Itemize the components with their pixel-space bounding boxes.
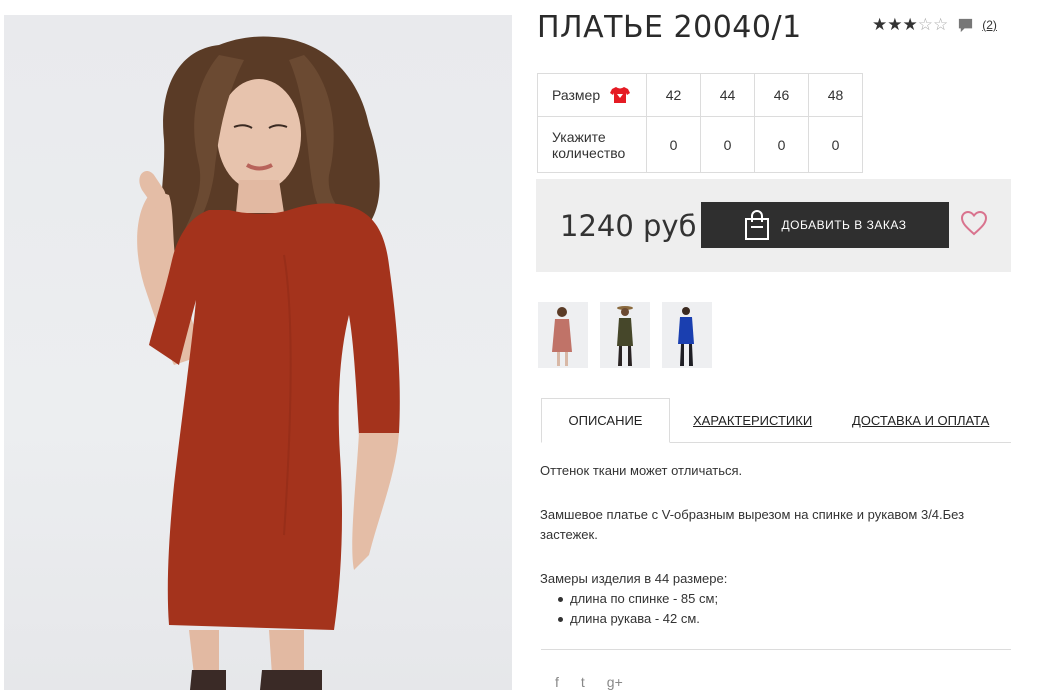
list-item: длина по спинке - 85 см; — [558, 589, 1010, 609]
thumbnail-red-dress[interactable] — [538, 302, 588, 368]
size-label: Размер — [552, 87, 601, 103]
product-title: ПЛАТЬЕ 20040/1 — [537, 10, 802, 45]
quantity-input-42[interactable]: 0 — [646, 116, 701, 173]
star-filled-icon[interactable]: ★ — [872, 16, 887, 34]
blue-dress-thumbnail-image — [678, 307, 694, 366]
facebook-icon[interactable]: f — [555, 674, 559, 690]
star-empty-icon[interactable]: ☆ — [933, 16, 948, 34]
size-option: 46 — [754, 73, 809, 117]
comment-icon — [959, 18, 973, 32]
list-item: длина рукава - 42 см. — [558, 609, 1010, 629]
add-to-order-label: ДОБАВИТЬ В ЗАКАЗ — [781, 218, 907, 232]
star-filled-icon[interactable]: ★ — [903, 16, 918, 34]
tab-specifications[interactable]: ХАРАКТЕРИСТИКИ — [693, 398, 812, 443]
thumbnail-blue-dress[interactable] — [662, 302, 712, 368]
size-option: 42 — [646, 73, 701, 117]
description-panel: Оттенок ткани может отличаться. Замшевое… — [540, 461, 1010, 629]
heart-icon[interactable] — [960, 210, 988, 236]
olive-dress-thumbnail-image — [617, 306, 633, 366]
product-thumbnails — [538, 302, 712, 368]
star-empty-icon[interactable]: ☆ — [918, 16, 933, 34]
quantity-input-46[interactable]: 0 — [754, 116, 809, 173]
quantity-label: Укажите количество — [537, 116, 647, 173]
star-filled-icon[interactable]: ★ — [887, 16, 902, 34]
measurements-list: длина по спинке - 85 см; длина рукава - … — [558, 589, 1010, 629]
buy-panel: 1240 руб ДОБАВИТЬ В ЗАКАЗ — [536, 179, 1011, 272]
price: 1240 руб — [560, 209, 697, 243]
description-text: Замшевое платье с V-образным вырезом на … — [540, 507, 965, 542]
tab-description[interactable]: ОПИСАНИЕ — [541, 398, 670, 443]
review-count-link[interactable]: (2) — [982, 18, 997, 32]
tab-delivery-payment[interactable]: ДОСТАВКА И ОПЛАТА — [852, 398, 989, 443]
divider — [541, 649, 1011, 650]
product-tabs: ОПИСАНИЕ ХАРАКТЕРИСТИКИ ДОСТАВКА И ОПЛАТ… — [541, 398, 1011, 443]
description-note: Оттенок ткани может отличаться. — [540, 463, 743, 478]
product-main-image[interactable] — [4, 15, 512, 690]
social-share: f t g+ — [555, 674, 623, 690]
google-plus-icon[interactable]: g+ — [607, 674, 623, 690]
add-to-order-button[interactable]: ДОБАВИТЬ В ЗАКАЗ — [701, 202, 949, 248]
size-option: 44 — [700, 73, 755, 117]
red-dress-thumbnail-image — [552, 307, 572, 366]
size-quantity-table: Размер 42 44 46 48 Укажите количество 0 … — [537, 73, 863, 173]
quantity-input-44[interactable]: 0 — [700, 116, 755, 173]
quantity-input-48[interactable]: 0 — [808, 116, 863, 173]
twitter-icon[interactable]: t — [581, 674, 585, 690]
model-illustration — [137, 36, 400, 690]
measurements-heading: Замеры изделия в 44 размере: — [540, 571, 728, 586]
size-option: 48 — [808, 73, 863, 117]
product-rating[interactable]: ★ ★ ★ ☆ ☆ (2) — [872, 16, 997, 34]
thumbnail-olive-dress[interactable] — [600, 302, 650, 368]
size-chart-icon[interactable] — [610, 86, 631, 104]
shopping-bag-icon — [744, 210, 769, 240]
